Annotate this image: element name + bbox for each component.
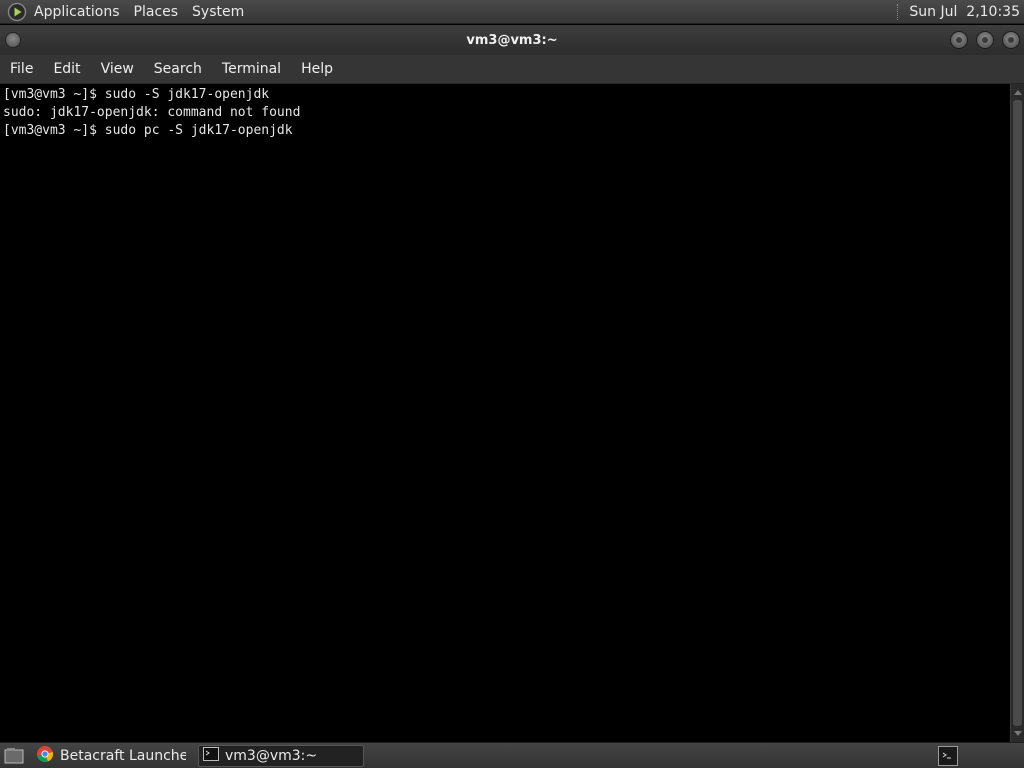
- places-menu[interactable]: Places: [134, 4, 179, 20]
- window-titlebar[interactable]: vm3@vm3:~: [0, 25, 1024, 55]
- terminal-line: [vm3@vm3 ~]$ sudo -S jdk17-openjdk: [3, 87, 270, 102]
- scroll-down-icon[interactable]: [1014, 731, 1022, 736]
- scroll-up-icon[interactable]: [1014, 90, 1022, 95]
- taskbar-item-terminal[interactable]: vm3@vm3:~: [198, 744, 364, 767]
- taskbar-item-label: vm3@vm3:~: [225, 747, 318, 764]
- window-menu-icon[interactable]: [5, 32, 21, 48]
- scrollbar-thumb[interactable]: [1013, 100, 1022, 726]
- menu-view[interactable]: View: [91, 61, 144, 77]
- window-title: vm3@vm3:~: [466, 32, 558, 48]
- terminal-scrollbar[interactable]: [1010, 84, 1024, 742]
- bottom-panel: Betacraft Launcher,J... vm3@vm3:~: [0, 742, 1024, 768]
- menubar: File Edit View Search Terminal Help: [0, 55, 1024, 84]
- taskbar-item-label: Betacraft Launcher,J...: [60, 747, 186, 764]
- tray-terminal-icon[interactable]: [938, 745, 958, 766]
- terminal-output[interactable]: [vm3@vm3 ~]$ sudo -S jdk17-openjdk sudo: …: [0, 84, 1010, 742]
- panel-separator: [897, 3, 899, 20]
- applications-menu-icon[interactable]: [7, 2, 27, 22]
- menu-search[interactable]: Search: [144, 61, 212, 77]
- menu-edit[interactable]: Edit: [43, 61, 90, 77]
- chrome-icon: [36, 745, 54, 767]
- terminal-line: sudo: jdk17-openjdk: command not found: [3, 105, 301, 120]
- show-desktop-icon[interactable]: [2, 745, 26, 767]
- menu-file[interactable]: File: [0, 61, 43, 77]
- terminal-line: [vm3@vm3 ~]$ sudo pc -S jdk17-openjdk: [3, 123, 293, 138]
- terminal-icon: [203, 746, 219, 765]
- minimize-icon[interactable]: [950, 31, 968, 49]
- close-icon[interactable]: [1002, 31, 1020, 49]
- menu-terminal[interactable]: Terminal: [212, 61, 291, 77]
- applications-menu[interactable]: Applications: [34, 4, 120, 20]
- maximize-icon[interactable]: [976, 31, 994, 49]
- system-menu[interactable]: System: [192, 4, 244, 20]
- top-panel: Applications Places System Sun Jul 2,10:…: [0, 0, 1024, 24]
- taskbar-item-browser[interactable]: Betacraft Launcher,J...: [32, 745, 192, 767]
- menu-help[interactable]: Help: [291, 61, 343, 77]
- clock[interactable]: Sun Jul 2,10:35: [909, 4, 1020, 20]
